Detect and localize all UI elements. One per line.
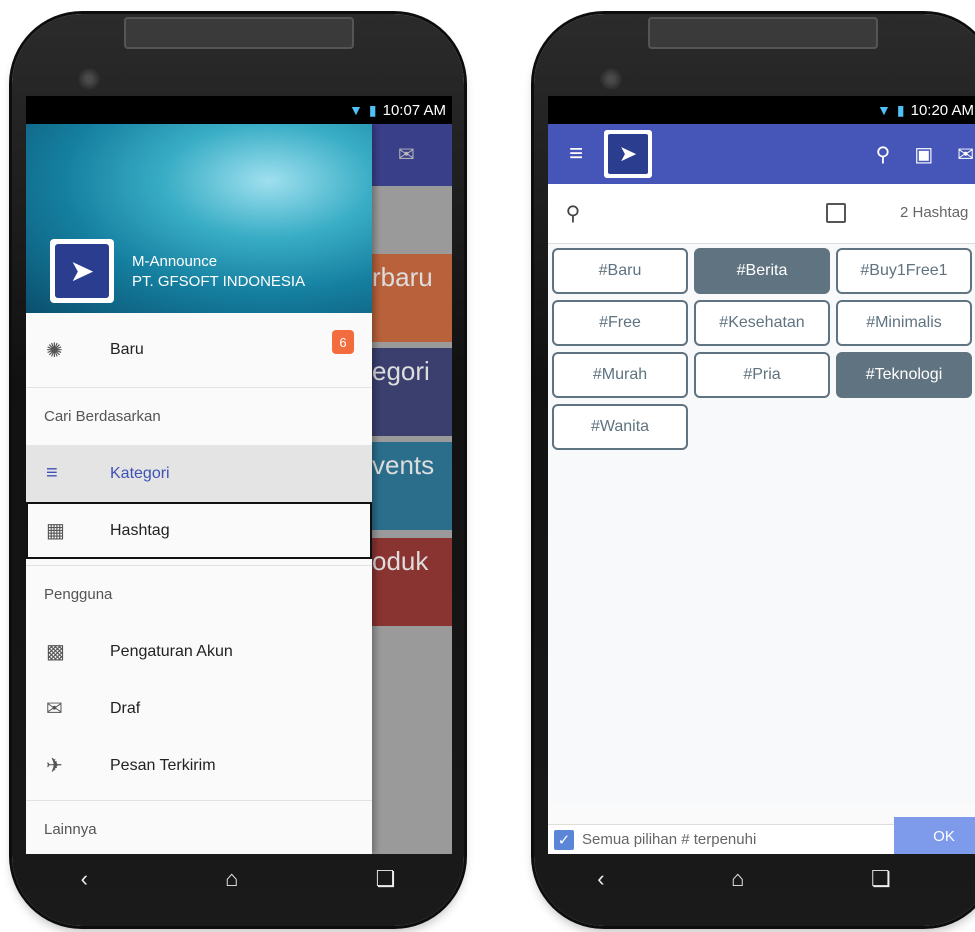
bg-tile-events: vents <box>372 442 452 530</box>
hashtag-chip[interactable]: #Murah <box>552 352 688 398</box>
phone-left: ▼ ▮ 10:07 AM ✉ rbaru egori vents oduk ➤ … <box>12 14 464 926</box>
hashtag-chip[interactable]: #Teknologi <box>836 352 972 398</box>
bg-tile-produk: oduk <box>372 538 452 626</box>
hashtag-chip[interactable]: #Buy1Free1 <box>836 248 972 294</box>
drawer-item-label: Pengaturan Akun <box>110 642 233 660</box>
battery-icon: ▮ <box>368 101 377 118</box>
drawer-header: ➤ M-Announce PT. GFSOFT INDONESIA <box>26 124 372 313</box>
hashtag-chip[interactable]: #Berita <box>694 248 830 294</box>
phone-right: ▼ ▮ 10:20 AM ≡ ➤ ⚲ ▣ ✉ ⚲ 2 Hashtag #Baru… <box>534 14 975 926</box>
drawer-item-label: Baru <box>110 341 144 358</box>
drawer-item-label: Draf <box>110 699 141 717</box>
new-badge-icon: ✺ <box>46 339 63 362</box>
back-icon[interactable]: ‹ <box>81 866 88 892</box>
search-bar: ⚲ 2 Hashtag <box>548 184 975 244</box>
draft-mail-icon: ✉ <box>398 144 415 166</box>
hashtag-icon: ▦ <box>46 520 65 542</box>
drawer-item-label: Pesan Terkirim <box>110 756 216 774</box>
app-name: M-Announce <box>132 253 218 270</box>
system-nav-bar: ‹ ⌂ ❏ <box>534 854 954 904</box>
drawer-item-baru[interactable]: ✺ Baru 6 <box>26 313 372 387</box>
save-icon[interactable]: ▣ <box>914 142 933 167</box>
drawer-item-pesan-terkirim[interactable]: ✈ Pesan Terkirim <box>26 737 372 794</box>
select-all-checkbox[interactable] <box>826 203 846 223</box>
status-time: 10:20 AM <box>910 101 974 119</box>
drawer-item-draf[interactable]: ✉ Draf <box>26 680 372 737</box>
battery-icon: ▮ <box>896 101 905 118</box>
hashtag-chip[interactable]: #Pria <box>694 352 830 398</box>
bg-tile-terbaru: rbaru <box>372 254 452 342</box>
section-cari-berdasarkan: Cari Berdasarkan <box>26 387 372 445</box>
hashtag-chip[interactable]: #Kesehatan <box>694 300 830 346</box>
draft-mail-icon: ✉ <box>46 698 63 720</box>
app-logo: ➤ <box>604 130 652 178</box>
section-lainnya: Lainnya <box>26 800 372 854</box>
megaphone-icon: ➤ <box>55 244 109 298</box>
hashtag-chip[interactable]: #Baru <box>552 248 688 294</box>
speaker-grille <box>124 17 354 49</box>
ok-button[interactable]: OK <box>894 817 975 854</box>
app-toolbar: ≡ ➤ ⚲ ▣ ✉ <box>548 124 975 184</box>
camera-icon <box>600 68 622 90</box>
system-nav-bar: ‹ ⌂ ❏ <box>12 854 464 904</box>
home-icon[interactable]: ⌂ <box>731 866 744 892</box>
drawer-item-kategori[interactable]: ≡ Kategori <box>26 445 372 502</box>
match-all-label: Semua pilihan # terpenuhi <box>582 831 757 848</box>
recents-icon[interactable]: ❏ <box>376 866 396 892</box>
speaker-grille <box>648 17 878 49</box>
drawer-item-hashtag[interactable]: ▦ Hashtag <box>26 502 372 559</box>
app-logo: ➤ <box>50 239 114 303</box>
drawer-item-pengaturan-akun[interactable]: ▩ Pengaturan Akun <box>26 623 372 680</box>
draft-mail-icon[interactable]: ✉ <box>957 142 974 167</box>
header-text: M-Announce PT. GFSOFT INDONESIA <box>132 252 305 292</box>
sent-mail-icon: ✈ <box>46 755 63 777</box>
wifi-icon: ▼ <box>349 102 363 118</box>
navigation-drawer: ➤ M-Announce PT. GFSOFT INDONESIA ✺ Baru… <box>26 124 372 854</box>
hashtag-chip[interactable]: #Free <box>552 300 688 346</box>
screen-left: ▼ ▮ 10:07 AM ✉ rbaru egori vents oduk ➤ … <box>26 96 452 854</box>
hashtag-chip[interactable]: #Minimalis <box>836 300 972 346</box>
screen-right: ▼ ▮ 10:20 AM ≡ ➤ ⚲ ▣ ✉ ⚲ 2 Hashtag #Baru… <box>548 96 975 854</box>
status-bar: ▼ ▮ 10:20 AM <box>548 96 975 124</box>
drawer-item-label: Kategori <box>110 464 170 482</box>
status-time: 10:07 AM <box>382 101 446 119</box>
drawer-item-label: Hashtag <box>110 521 170 539</box>
toolbar-actions: ⚲ ▣ ✉ <box>876 124 974 184</box>
match-all-checkbox[interactable]: ✓ <box>554 829 574 850</box>
camera-icon <box>78 68 100 90</box>
status-bar: ▼ ▮ 10:07 AM <box>26 96 452 124</box>
hashtag-grid: #Baru #Berita #Buy1Free1 #Free #Kesehata… <box>548 244 975 804</box>
filter-footer: ✓ Semua pilihan # terpenuhi OK <box>548 817 975 854</box>
section-pengguna: Pengguna <box>26 565 372 623</box>
megaphone-icon: ➤ <box>608 134 648 174</box>
search-icon[interactable]: ⚲ <box>876 142 891 167</box>
hashtag-chip[interactable]: #Wanita <box>552 404 688 450</box>
menu-icon[interactable]: ≡ <box>548 140 604 168</box>
list-icon: ≡ <box>46 462 58 484</box>
account-icon: ▩ <box>46 641 65 663</box>
wifi-icon: ▼ <box>877 102 891 118</box>
search-icon[interactable]: ⚲ <box>548 201 598 226</box>
hashtag-count: 2 Hashtag <box>900 204 969 221</box>
recents-icon[interactable]: ❏ <box>871 866 891 892</box>
back-icon[interactable]: ‹ <box>597 866 604 892</box>
home-icon[interactable]: ⌂ <box>225 866 238 892</box>
count-badge: 6 <box>332 330 354 354</box>
company-name: PT. GFSOFT INDONESIA <box>132 273 306 290</box>
bg-tile-kategori: egori <box>372 348 452 436</box>
